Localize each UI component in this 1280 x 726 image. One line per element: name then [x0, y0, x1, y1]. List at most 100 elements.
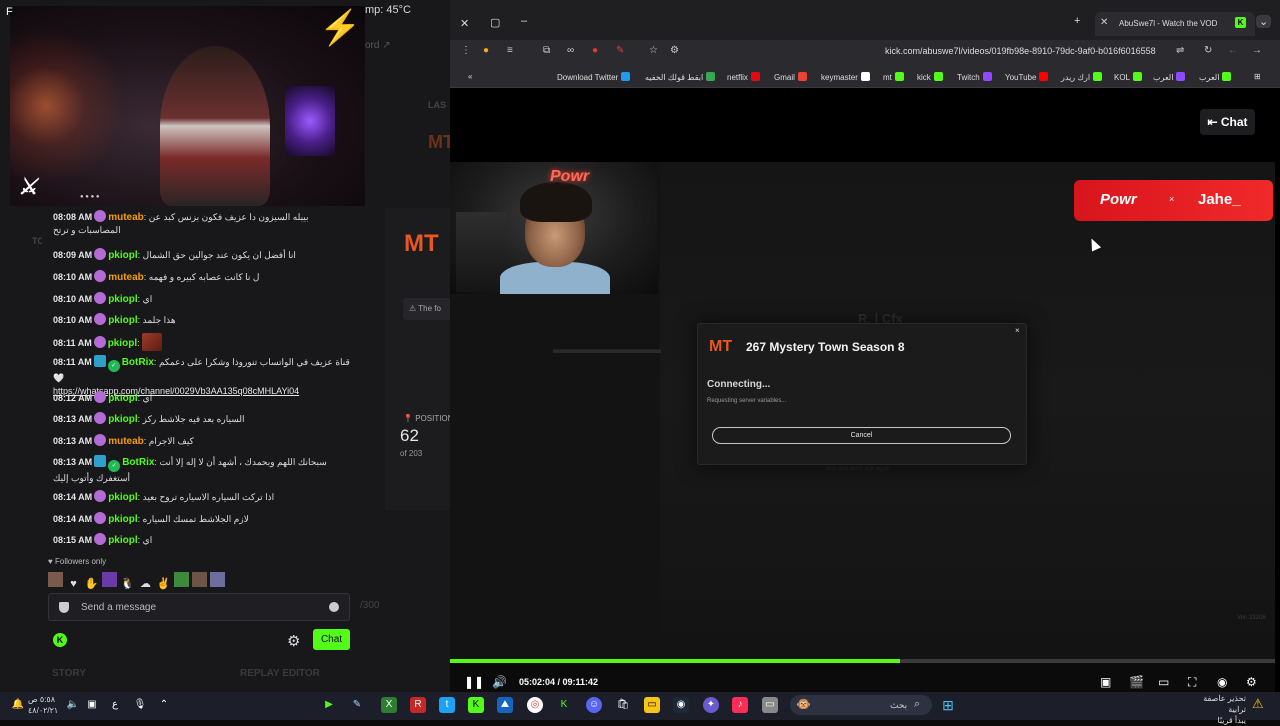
bookmark-item[interactable]: العرب — [1199, 72, 1232, 82]
emote-icon[interactable] — [210, 572, 225, 587]
chat-username[interactable]: pkiopl — [108, 514, 137, 525]
bookmark-item[interactable]: ابقط قولك الخفيه — [645, 72, 716, 82]
chat-username[interactable]: pkiopl — [108, 414, 137, 425]
bookmark-item[interactable]: Download Twitter — [557, 72, 631, 82]
chat-username[interactable]: pkiopl — [108, 338, 137, 349]
bookmark-item[interactable]: ارك ريدر — [1061, 72, 1103, 82]
emote-icon[interactable] — [48, 572, 63, 587]
new-tab-icon[interactable]: + — [1074, 15, 1080, 27]
volume-icon[interactable]: 🔊 — [492, 675, 507, 689]
profile-avatar-icon[interactable]: ● — [483, 45, 489, 56]
language-icon[interactable]: ع — [107, 697, 123, 713]
settings-gear-icon[interactable]: ⚙ — [1246, 675, 1257, 689]
close-tab-icon[interactable]: ✕ — [1100, 17, 1108, 28]
menu-dots-icon[interactable]: ⋮ — [461, 45, 471, 56]
bookmark-item[interactable]: العرب — [1153, 72, 1186, 82]
bookmark-item[interactable]: YouTube — [1005, 72, 1049, 82]
extensions-icon[interactable]: ⧉ — [543, 45, 550, 56]
chrome-icon[interactable]: ◎ — [527, 697, 543, 713]
microphone-icon[interactable]: 🎙 — [132, 697, 148, 713]
bookmark-item[interactable]: KOL — [1114, 72, 1143, 82]
app-excel-icon[interactable]: X — [381, 697, 397, 713]
steam-icon[interactable]: ◉ — [673, 697, 689, 713]
chat-settings-gear-icon[interactable]: ⚙ — [287, 632, 300, 650]
chat-message-input[interactable]: Send a message — [48, 593, 350, 621]
bookmark-item[interactable]: Gmail — [774, 72, 807, 82]
bookmark-item[interactable]: Twitch — [957, 72, 992, 82]
minimize-window-icon[interactable]: – — [521, 15, 527, 27]
chat-username[interactable]: pkiopl — [108, 535, 137, 546]
playback-speed-icon[interactable]: ◉ — [1217, 675, 1227, 689]
chat-username[interactable]: pkiopl — [108, 250, 137, 261]
emote-icon[interactable]: 🐧 — [120, 577, 135, 592]
windows-start-icon[interactable]: ⊞ — [940, 697, 956, 713]
task-view-icon[interactable]: ▭ — [762, 697, 778, 713]
notification-bell-icon[interactable]: 🔔 — [10, 697, 26, 713]
chat-username[interactable]: BotRix — [122, 357, 154, 368]
tab-groups-icon[interactable]: ≡ — [507, 45, 513, 56]
site-info-icon[interactable]: ⚙ — [670, 45, 679, 56]
network-icon[interactable]: ▣ — [84, 697, 100, 713]
taskbar-search[interactable]: 🐵 بحث ⌕ — [790, 695, 932, 715]
clip-icon[interactable]: 🎬 — [1129, 675, 1144, 689]
app-feather-icon[interactable]: ✎ — [349, 697, 365, 713]
chat-username[interactable]: pkiopl — [108, 393, 137, 404]
chat-username[interactable]: pkiopl — [108, 294, 137, 305]
emote-icon[interactable] — [174, 572, 189, 587]
chat-username[interactable]: muteab — [108, 212, 144, 223]
bookmark-item[interactable]: netflix — [727, 72, 760, 82]
browser-tab-active[interactable]: ✕ AbuSwe7l - Watch the VOD K — [1095, 12, 1255, 36]
extension-translate-icon[interactable]: ✎ — [616, 45, 624, 56]
pause-icon[interactable]: ❚❚ — [464, 675, 484, 689]
chat-toggle-button[interactable]: ⇤ Chat — [1200, 109, 1255, 135]
chat-username[interactable]: pkiopl — [108, 492, 137, 503]
chat-username[interactable]: muteab — [108, 272, 144, 283]
kick-logo-icon[interactable]: K — [53, 633, 67, 647]
weather-alert[interactable]: تحذير عاصفة ترابية يبدأ قريبًا — [1186, 693, 1246, 726]
tiktok-icon[interactable]: ♪ — [732, 697, 748, 713]
app-kick-icon[interactable]: K — [468, 697, 484, 713]
app-play-icon[interactable]: ▶ — [321, 697, 337, 713]
store-icon[interactable]: 🛍 — [615, 697, 631, 713]
chat-username[interactable]: BotRix — [122, 457, 154, 468]
discord-icon[interactable]: ☺ — [586, 697, 602, 713]
copilot-icon[interactable]: ✦ — [703, 697, 719, 713]
speaker-icon[interactable]: 🔈 — [65, 697, 81, 713]
app-kick-studio-icon[interactable]: K — [556, 697, 572, 713]
emote-icon[interactable] — [192, 572, 207, 587]
glasses-icon[interactable]: ∞ — [567, 45, 574, 56]
emote-icon[interactable] — [102, 572, 117, 587]
bookmark-star-icon[interactable]: ☆ — [649, 45, 658, 56]
fullscreen-icon[interactable]: ⛶ — [1188, 675, 1196, 690]
maximize-window-icon[interactable]: ▢ — [490, 16, 500, 29]
file-explorer-icon[interactable]: ▭ — [644, 697, 660, 713]
emote-quick-row[interactable]: ♥ ✋ 🐧 ☁ ✌ — [48, 572, 228, 590]
app-twitter-icon[interactable]: t — [439, 697, 455, 713]
emote-icon[interactable]: ✌ — [156, 577, 171, 592]
chat-username[interactable]: pkiopl — [108, 315, 137, 326]
bookmark-item[interactable]: kick — [917, 72, 943, 82]
heart-emote-icon[interactable]: ♥ — [66, 577, 81, 592]
tab-search-chevron-icon[interactable]: ⌄ — [1256, 15, 1272, 28]
back-arrow-icon[interactable]: ← — [1228, 45, 1238, 56]
miniplayer-icon[interactable]: ▣ — [1100, 675, 1111, 689]
taskbar-clock[interactable]: ٥:٥٨ ص ٤٨/٠٢/٢١ — [28, 694, 58, 716]
app-photos-icon[interactable]: ⛰ — [497, 697, 513, 713]
ghost-emote-icon[interactable]: ☁ — [138, 577, 153, 592]
apps-grid-icon[interactable]: ⊞ — [1254, 72, 1261, 81]
url-text[interactable]: kick.com/abuswe7l/videos/019fb98e-8910-7… — [885, 46, 1156, 56]
emote-icon[interactable]: ✋ — [84, 577, 99, 592]
dialog-close-icon[interactable]: × — [1015, 326, 1020, 335]
chat-username[interactable]: muteab — [108, 436, 144, 447]
extension-red-icon[interactable]: ● — [592, 45, 598, 56]
cancel-button[interactable]: Cancel — [712, 427, 1011, 444]
bookmark-item[interactable]: keymaster — [821, 72, 870, 82]
close-window-icon[interactable]: ✕ — [460, 17, 469, 30]
bookmark-item[interactable]: mt — [883, 72, 904, 82]
reload-icon[interactable]: ↻ — [1204, 45, 1212, 56]
chat-send-button[interactable]: Chat — [313, 629, 350, 650]
app-r-icon[interactable]: R — [410, 697, 426, 713]
tray-chevron-icon[interactable]: ⌃ — [156, 697, 172, 713]
forward-arrow-icon[interactable]: → — [1252, 45, 1262, 56]
site-settings-icon[interactable]: ⇌ — [1176, 45, 1184, 56]
